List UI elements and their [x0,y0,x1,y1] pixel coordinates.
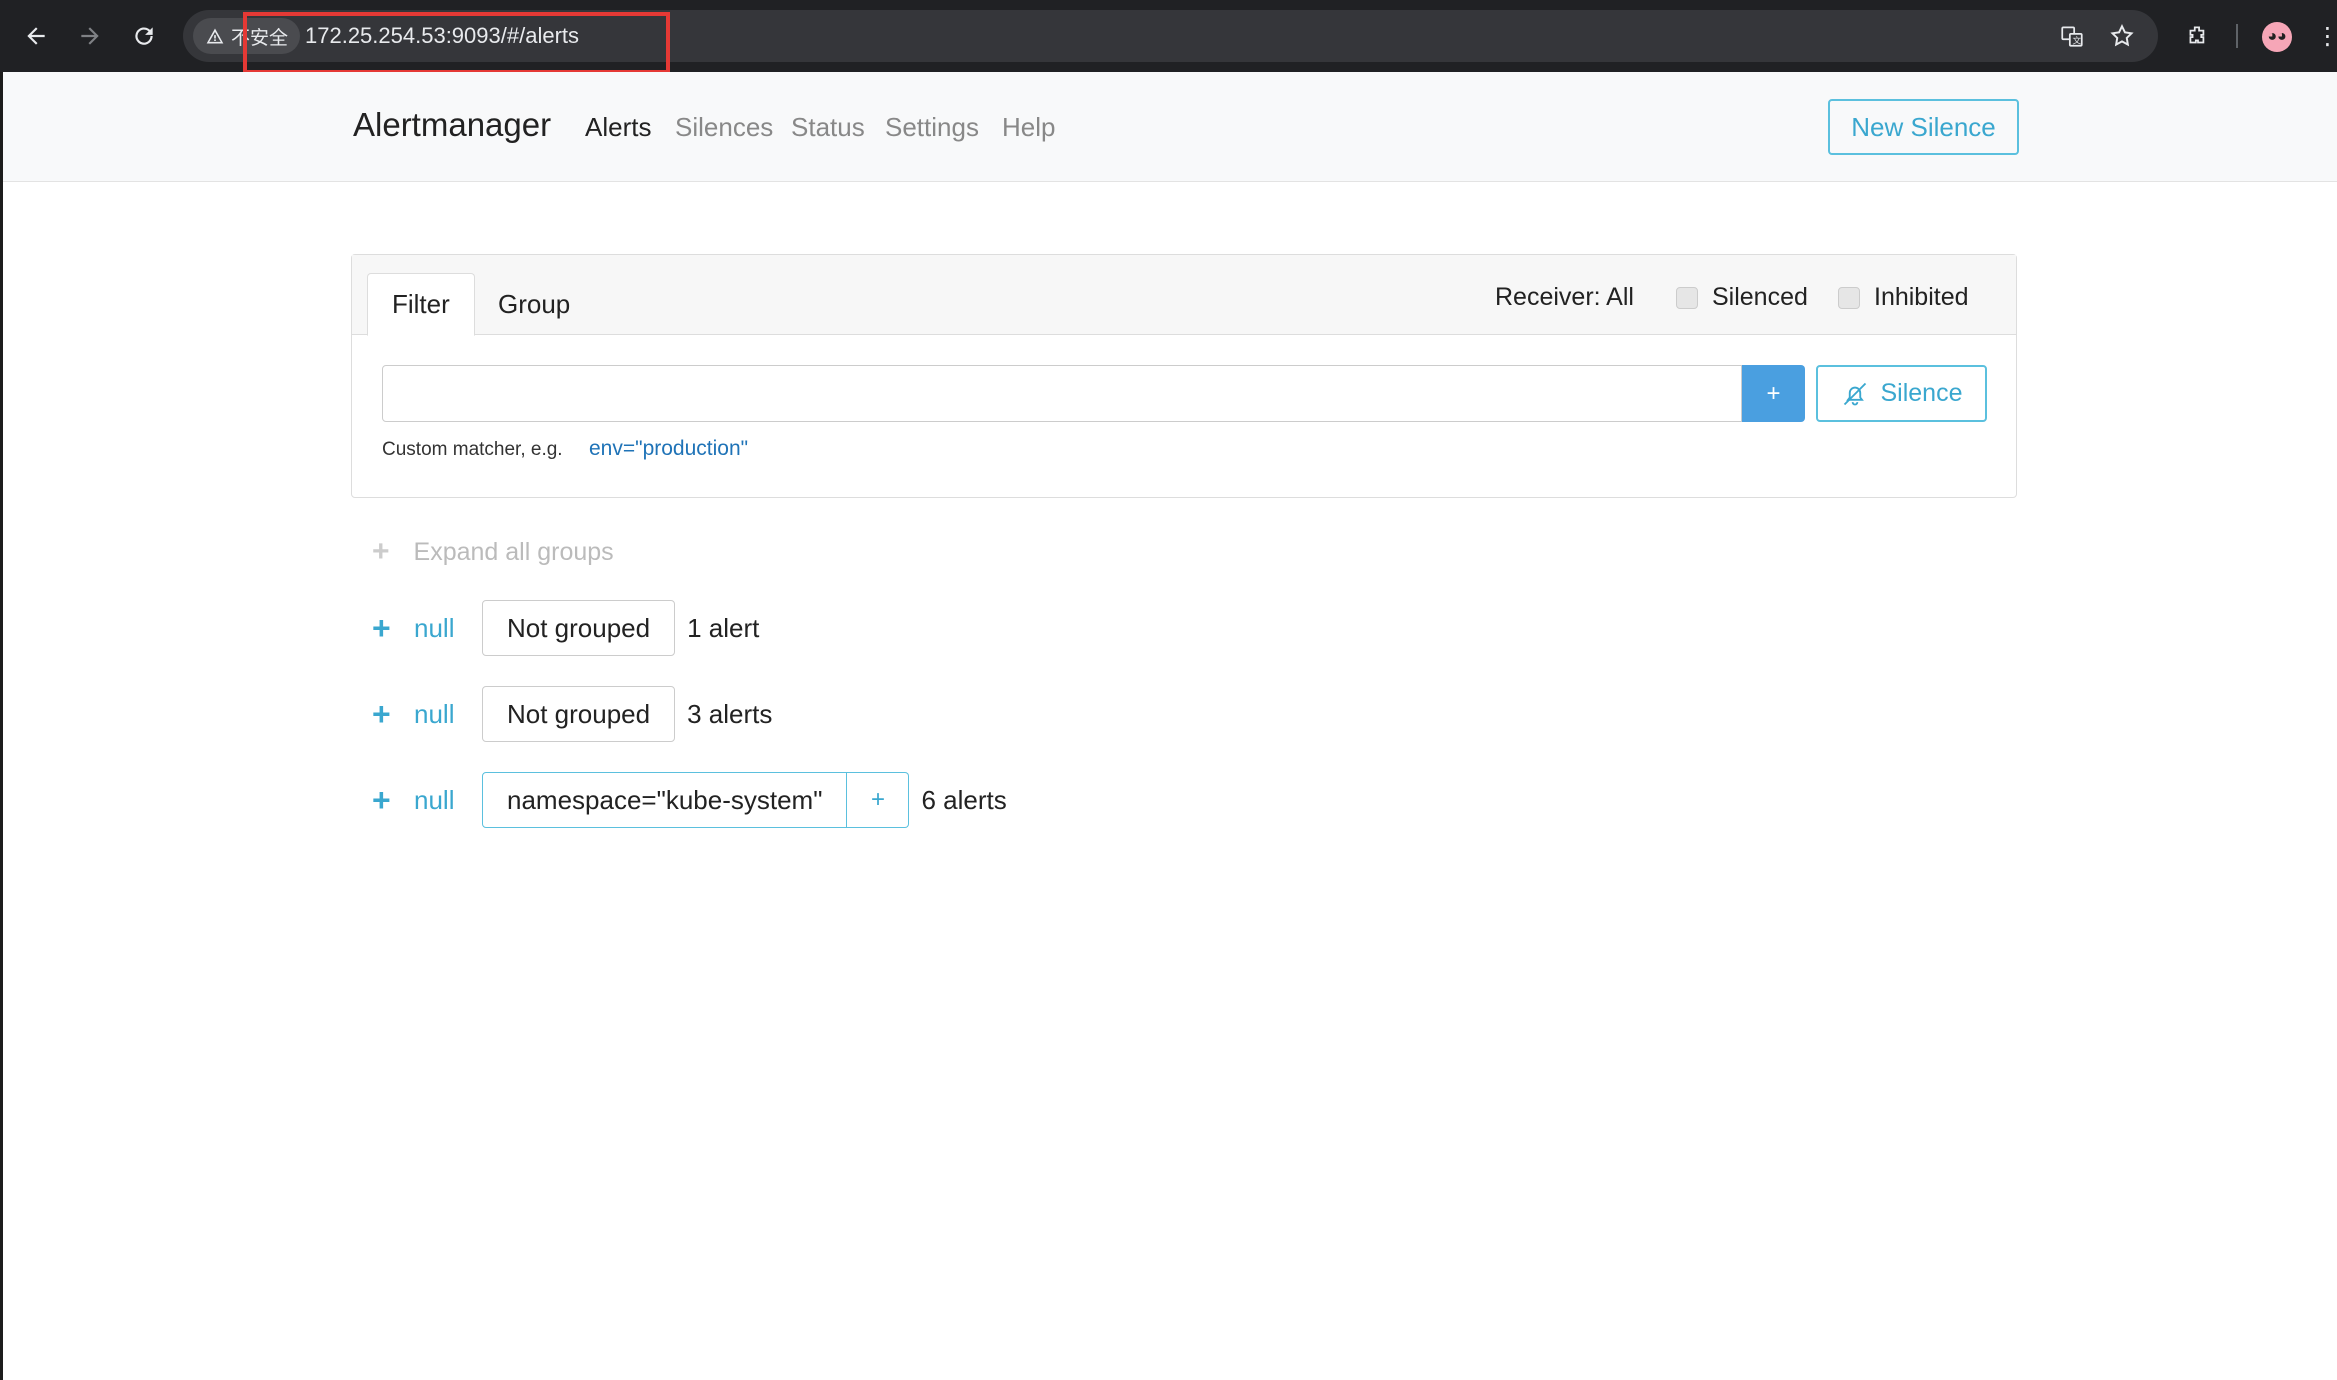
alert-group-row: + null Not grouped 3 alerts [372,686,772,742]
address-bar[interactable]: 不安全 172.25.254.53:9093/#/alerts [183,10,2158,62]
nav-link-silences[interactable]: Silences [675,112,773,143]
warning-icon [206,28,224,44]
profile-avatar[interactable]: ◕◕ [2262,22,2292,52]
silenced-checkbox-box[interactable] [1676,286,1698,309]
plus-icon: + [372,535,390,568]
nav-link-help[interactable]: Help [1002,112,1055,143]
add-matcher-button[interactable]: + [847,772,910,828]
tab-filter[interactable]: Filter [367,273,475,336]
group-label: Not grouped [482,600,676,656]
new-silence-button[interactable]: New Silence [1828,99,2019,155]
silence-button-label: Silence [1880,379,1963,407]
filter-input[interactable] [382,365,1742,422]
extensions-icon[interactable] [2180,18,2216,54]
group-receiver[interactable]: null [414,785,482,816]
tab-filter-label: Filter [392,289,450,319]
forward-icon[interactable] [72,18,108,54]
silenced-checkbox[interactable]: Silenced [1676,283,1808,312]
silenced-label: Silenced [1712,283,1808,311]
group-label: Not grouped [482,686,676,742]
inhibited-checkbox-box[interactable] [1838,286,1860,309]
filter-card-header: Filter Group Receiver: All Silenced Inhi… [352,255,2016,336]
inhibited-label: Inhibited [1874,283,1969,311]
nav-link-settings[interactable]: Settings [885,112,979,143]
brand-title[interactable]: Alertmanager [353,106,551,144]
app-navbar: Alertmanager Alerts Silences Status Sett… [3,72,2337,182]
reload-icon[interactable] [126,18,162,54]
group-receiver[interactable]: null [414,699,482,730]
bell-slash-icon [1843,382,1866,405]
security-indicator[interactable]: 不安全 [193,18,301,54]
tab-group-label: Group [498,289,571,319]
expand-all-groups[interactable]: + Expand all groups [372,535,614,569]
expand-group-icon[interactable]: + [372,782,404,819]
group-alert-count: 6 alerts [921,784,1007,815]
alert-group-row: + null namespace="kube-system" + 6 alert… [372,772,1007,828]
group-label-matcher: namespace="kube-system" [482,772,848,828]
filter-card: Filter Group Receiver: All Silenced Inhi… [351,254,2017,498]
matcher-hint: Custom matcher, e.g. [382,439,563,460]
matcher-example: env="production" [589,437,749,460]
url-text[interactable]: 172.25.254.53:9093/#/alerts [305,23,579,49]
menu-icon[interactable]: ⋮ [2316,18,2337,54]
window-edge [0,72,3,1380]
back-icon[interactable] [18,18,54,54]
expand-group-icon[interactable]: + [372,610,404,647]
browser-toolbar: 不安全 172.25.254.53:9093/#/alerts 文 ◕◕ ⋮ [0,0,2337,72]
group-alert-count: 3 alerts [687,698,773,729]
security-label: 不安全 [231,27,289,49]
expand-group-icon[interactable]: + [372,696,404,733]
receiver-select[interactable]: Receiver: All [1495,283,1634,312]
tab-group[interactable]: Group [474,273,594,336]
expand-all-label: Expand all groups [413,537,614,566]
add-filter-button[interactable]: + [1742,365,1805,422]
nav-link-alerts[interactable]: Alerts [585,112,651,143]
translate-icon[interactable]: 文 [2054,18,2090,54]
group-receiver[interactable]: null [414,613,482,644]
star-icon[interactable] [2104,18,2140,54]
toolbar-separator [2236,24,2238,48]
nav-link-status[interactable]: Status [791,112,865,143]
inhibited-checkbox[interactable]: Inhibited [1838,283,1969,312]
group-alert-count: 1 alert [687,612,760,643]
silence-button[interactable]: Silence [1816,365,1987,422]
svg-text:文: 文 [2073,35,2082,47]
alert-group-row: + null Not grouped 1 alert [372,600,759,656]
